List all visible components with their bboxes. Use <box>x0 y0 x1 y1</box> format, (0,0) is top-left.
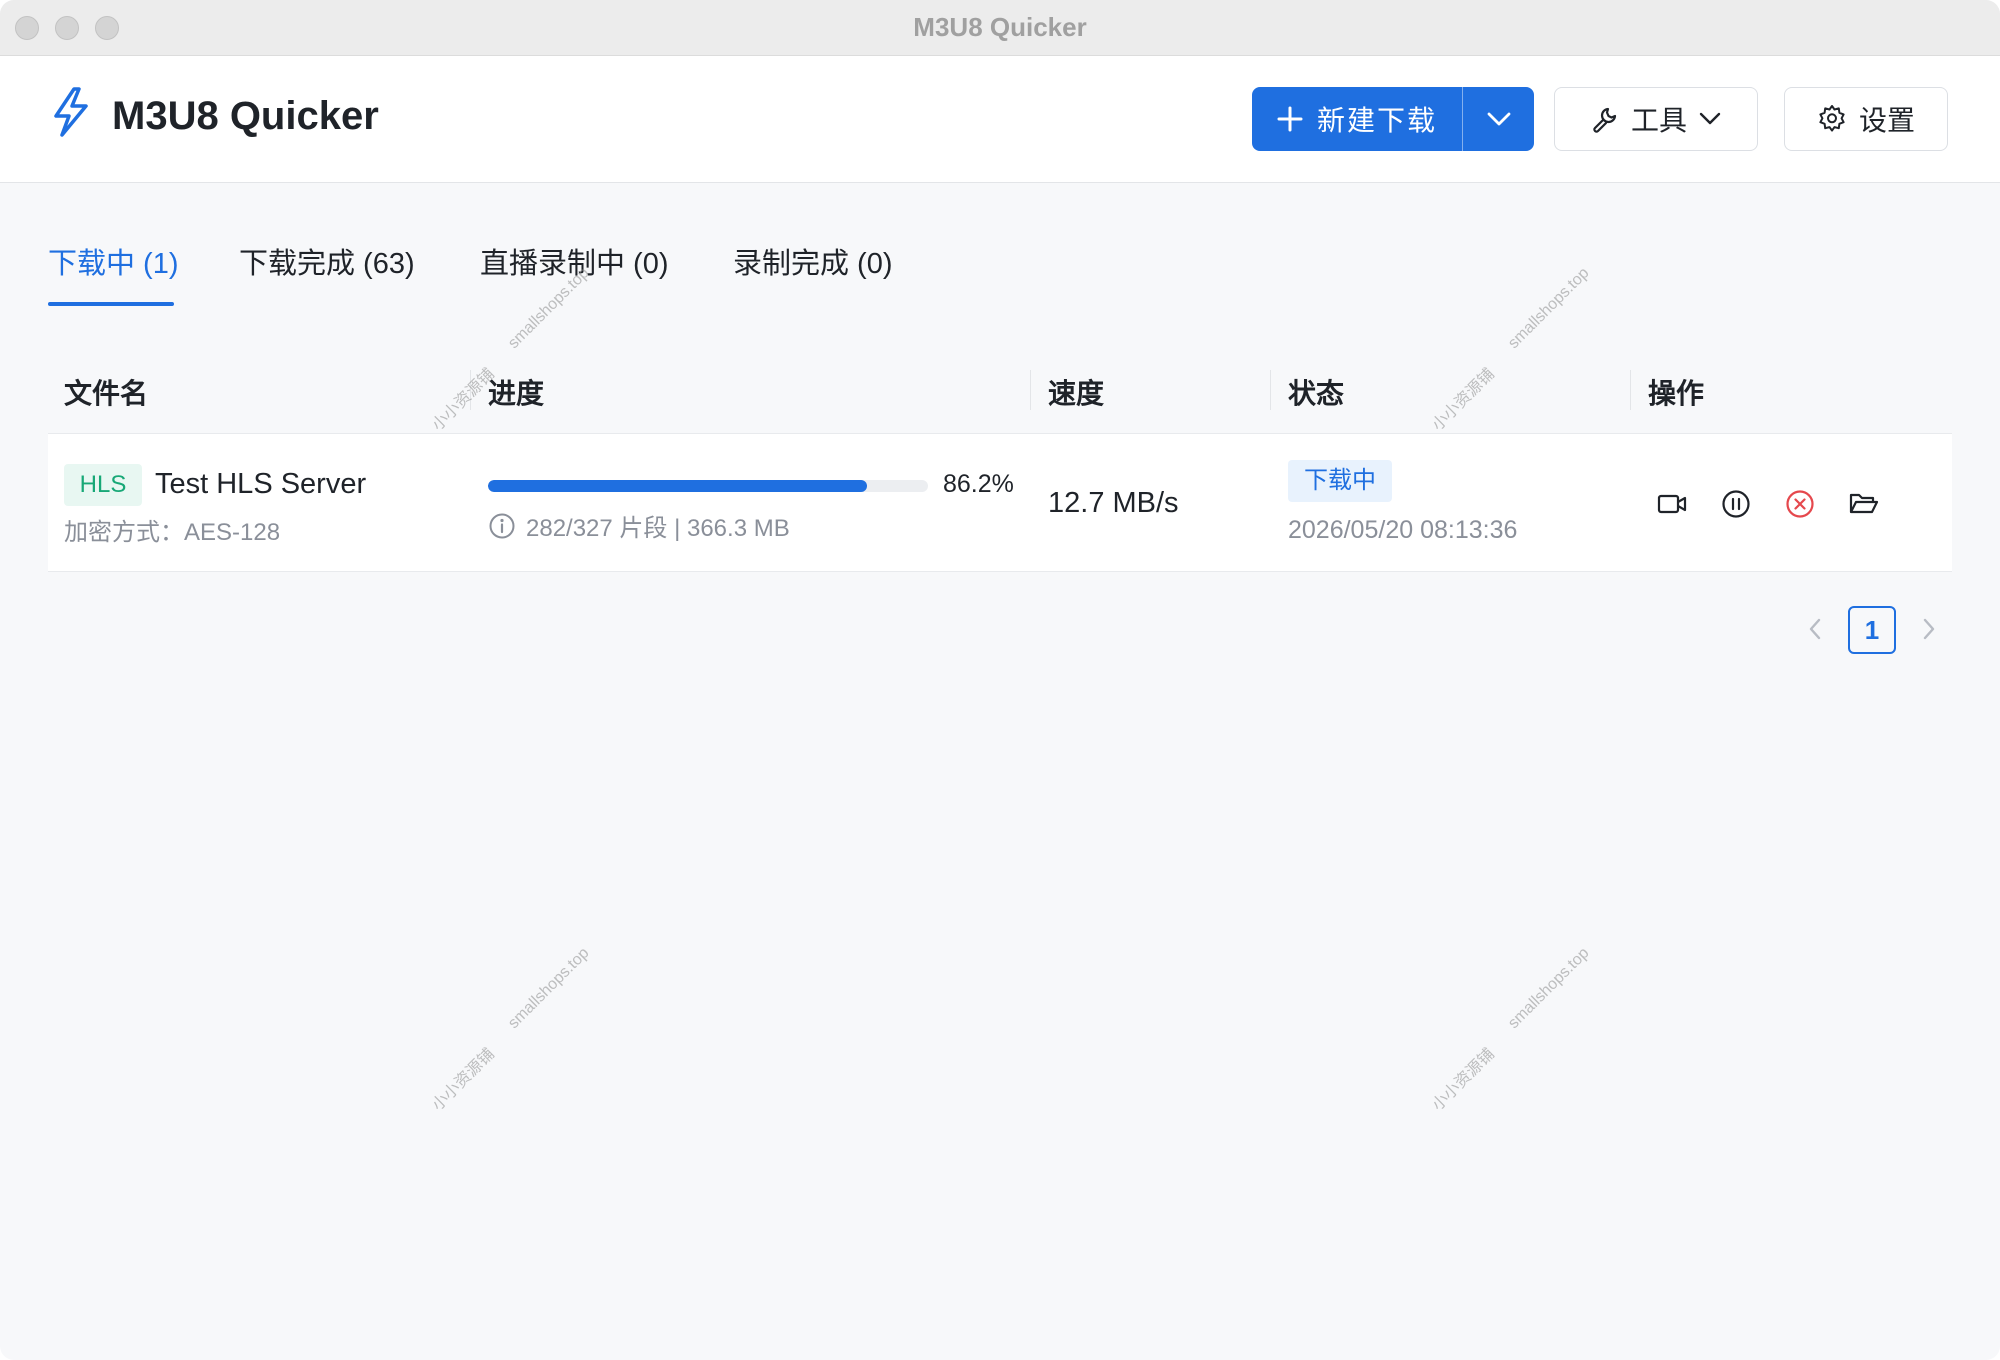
tab-completed[interactable]: 下载完成 (63) <box>239 240 415 282</box>
new-download-button[interactable]: 新建下载 <box>1252 87 1462 151</box>
pagination-page-1[interactable]: 1 <box>1848 606 1896 654</box>
folder-open-icon <box>1849 493 1879 514</box>
progress-bar-fill <box>488 480 868 492</box>
window-title: M3U8 Quicker <box>913 12 1087 42</box>
plus-icon <box>1277 106 1303 132</box>
active-tab-indicator <box>48 302 174 306</box>
cancel-download-button[interactable] <box>1782 486 1818 522</box>
gear-icon <box>1819 105 1845 132</box>
app-name: M3U8 Quicker <box>112 94 379 138</box>
column-divider <box>470 370 471 410</box>
lightning-icon <box>54 87 88 137</box>
chevron-right-icon <box>1923 618 1935 640</box>
pause-button[interactable] <box>1718 486 1754 522</box>
status-time: 2026/05/20 08:13:36 <box>1288 516 1518 544</box>
watermark-site: smallshops.top <box>1505 944 1593 1033</box>
app-window: M3U8 Quicker M3U8 Quicker 新建下载 工具 设置 下载中… <box>0 0 2000 1360</box>
preview-video-button[interactable] <box>1654 486 1690 522</box>
column-status: 状态 <box>1288 378 1345 409</box>
stream-type-tag: HLS <box>64 464 142 506</box>
encryption-info: 加密方式：AES-128 <box>64 519 281 546</box>
segments-text: 282/327 片段 | 366.3 MB <box>526 515 790 542</box>
column-divider <box>1030 370 1031 410</box>
pagination-next-button[interactable] <box>1914 614 1944 644</box>
progress-bar <box>488 480 928 492</box>
status-badge: 下载中 <box>1288 460 1392 502</box>
file-name: Test HLS Server <box>155 468 367 500</box>
new-download-button-group: 新建下载 <box>1252 87 1534 151</box>
video-icon <box>1657 494 1687 514</box>
watermark-shop: 小小资源铺 <box>429 1045 498 1115</box>
tab-live-recording[interactable]: 直播录制中 (0) <box>480 240 669 282</box>
tools-button[interactable]: 工具 <box>1554 87 1758 151</box>
column-divider <box>1630 370 1631 410</box>
column-divider <box>1270 370 1271 410</box>
title-bar: M3U8 Quicker <box>0 0 2000 56</box>
watermark-site: smallshops.top <box>1505 264 1593 353</box>
column-progress: 进度 <box>488 378 545 409</box>
chevron-left-icon <box>1809 618 1821 640</box>
settings-label: 设置 <box>1858 105 1915 136</box>
progress-percent: 86.2% <box>943 470 1014 498</box>
column-filename: 文件名 <box>64 378 149 409</box>
table-row: HLS Test HLS Server 加密方式：AES-128 86.2% 2… <box>48 434 1952 572</box>
column-actions: 操作 <box>1648 378 1705 409</box>
cancel-icon <box>1786 490 1814 518</box>
open-folder-button[interactable] <box>1846 486 1882 522</box>
watermark-site: smallshops.top <box>505 944 593 1033</box>
download-speed: 12.7 MB/s <box>1048 487 1179 519</box>
new-download-dropdown-button[interactable] <box>1462 87 1534 151</box>
tab-downloading[interactable]: 下载中 (1) <box>48 240 179 282</box>
wrench-icon <box>1593 107 1617 133</box>
pagination-prev-button[interactable] <box>1800 614 1830 644</box>
chevron-down-icon <box>1487 112 1510 126</box>
info-icon <box>489 513 515 538</box>
tools-label: 工具 <box>1630 105 1687 136</box>
column-speed: 速度 <box>1048 378 1105 409</box>
watermark-shop: 小小资源铺 <box>1429 1045 1498 1115</box>
app-header: M3U8 Quicker 新建下载 工具 设置 <box>0 56 2000 183</box>
chevron-down-icon <box>1699 112 1721 125</box>
pause-icon <box>1722 490 1750 518</box>
new-download-label: 新建下载 <box>1316 105 1437 136</box>
settings-button[interactable]: 设置 <box>1784 87 1948 151</box>
segments-info: 282/327 片段 | 366.3 MB <box>488 508 790 543</box>
table-header: 文件名 进度 速度 状态 操作 <box>48 346 1952 434</box>
tab-recording-completed[interactable]: 录制完成 (0) <box>733 240 893 282</box>
